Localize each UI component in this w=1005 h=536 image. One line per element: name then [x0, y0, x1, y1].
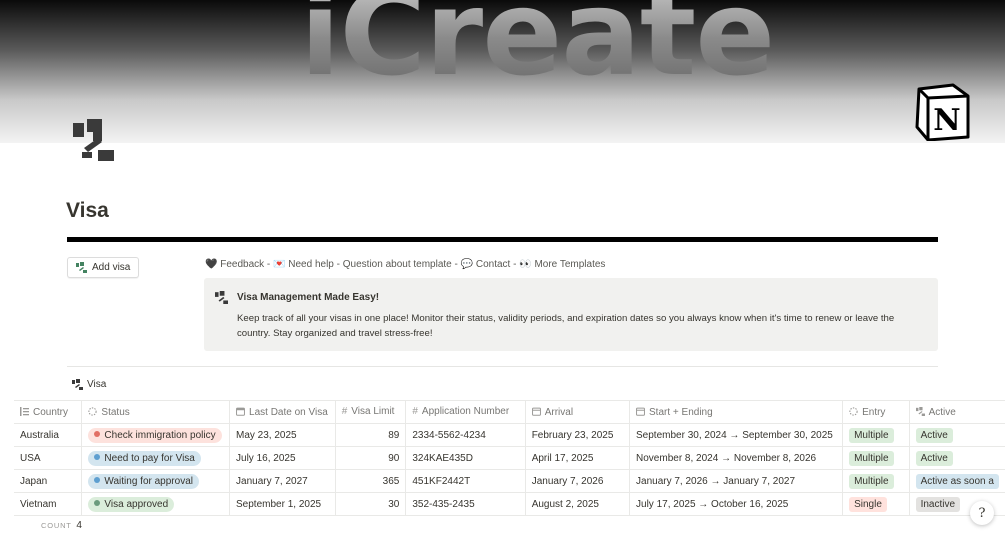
column-status[interactable]: Status [81, 400, 231, 424]
feedback-link[interactable]: 🖤 Feedback [205, 259, 264, 270]
cell-visa-limit[interactable]: 30 [335, 492, 407, 516]
cell-arrival[interactable]: August 2, 2025 [525, 492, 631, 516]
cell-application-number[interactable]: 2334-5562-4234 [405, 423, 526, 447]
cell-active[interactable]: Active as soon a [909, 469, 1005, 493]
more-templates-link[interactable]: 👀 More Templates [519, 259, 605, 270]
table-row[interactable]: Vietnam Visa approved September 1, 2025 … [14, 492, 1005, 516]
cell-application-number[interactable]: 324KAE435D [405, 446, 526, 470]
view-tab-label: Visa [87, 379, 107, 390]
cell-last-date[interactable]: July 16, 2025 [229, 446, 336, 470]
cell-country[interactable]: Vietnam [14, 492, 83, 516]
help-icon[interactable]: ? [970, 501, 994, 525]
cell-application-number[interactable]: 352-435-2435 [405, 492, 526, 516]
cell-application-number[interactable]: 451KF2442T [405, 469, 526, 493]
active-tag: Active as soon a [915, 473, 999, 489]
status-icon [88, 407, 98, 416]
visa-table: Country Status Last Date on Visa # Visa L… [14, 400, 1005, 516]
table-row[interactable]: USA Need to pay for Visa July 16, 2025 9… [14, 446, 1005, 470]
active-tag: Active [915, 427, 953, 443]
cell-visa-limit[interactable]: 89 [335, 423, 407, 447]
svg-text:N: N [933, 103, 960, 138]
status-badge: Visa approved [88, 496, 175, 512]
visa-icon [76, 262, 87, 273]
tab-visa-view[interactable]: Visa [72, 379, 106, 390]
cell-start-ending[interactable]: September 30, 2024 → September 30, 2025 [629, 423, 844, 447]
cover-title: iCreate [300, 0, 775, 92]
cell-entry[interactable]: Multiple [842, 469, 910, 493]
column-application-number[interactable]: # Application Number [405, 400, 526, 424]
cell-country[interactable]: Japan [14, 469, 83, 493]
cell-start-ending[interactable]: November 8, 2024 → November 8, 2026 [629, 446, 844, 470]
column-entry[interactable]: Entry [842, 400, 910, 424]
question-link[interactable]: Question about template [343, 259, 452, 270]
cell-status[interactable]: Waiting for approval [81, 469, 231, 493]
row-count: COUNT 4 [41, 520, 82, 531]
add-visa-label: Add visa [92, 262, 131, 273]
need-help-link[interactable]: 💌 Need help [273, 259, 334, 270]
active-tag: Inactive [915, 496, 961, 512]
cell-arrival[interactable]: February 23, 2025 [525, 423, 631, 447]
cell-start-ending[interactable]: July 17, 2025 → October 16, 2025 [629, 492, 844, 516]
page-cover: iCreate N [0, 0, 1005, 143]
cell-start-ending[interactable]: January 7, 2026 → January 7, 2027 [629, 469, 844, 493]
cell-entry[interactable]: Multiple [842, 446, 910, 470]
status-badge: Check immigration policy [88, 427, 222, 443]
cell-last-date[interactable]: September 1, 2025 [229, 492, 336, 516]
calendar-icon [636, 407, 645, 417]
cell-active[interactable]: Active [909, 446, 1005, 470]
column-last-date[interactable]: Last Date on Visa [229, 400, 336, 424]
visa-icon [72, 379, 83, 390]
cell-last-date[interactable]: May 23, 2025 [229, 423, 336, 447]
active-tag: Active [915, 450, 953, 466]
multi-select-icon [849, 407, 858, 416]
table-row[interactable]: Australia Check immigration policy May 2… [14, 423, 1005, 447]
help-links: 🖤 Feedback - 💌 Need help - Question abou… [205, 259, 606, 270]
cell-status[interactable]: Need to pay for Visa [81, 446, 231, 470]
row-count-value: 4 [76, 520, 82, 531]
entry-tag: Multiple [849, 473, 894, 489]
cell-last-date[interactable]: January 7, 2027 [229, 469, 336, 493]
column-start-ending[interactable]: Start + Ending [629, 400, 844, 424]
notion-logo-icon: N [915, 83, 970, 141]
cell-country[interactable]: USA [14, 446, 83, 470]
cell-visa-limit[interactable]: 90 [335, 446, 407, 470]
entry-tag: Single [849, 496, 887, 512]
cell-arrival[interactable]: April 17, 2025 [525, 446, 631, 470]
table-row[interactable]: Japan Waiting for approval January 7, 20… [14, 469, 1005, 493]
visa-icon [215, 291, 228, 304]
table-header: Country Status Last Date on Visa # Visa L… [14, 400, 1005, 424]
contact-link[interactable]: 💬 Contact [461, 259, 511, 270]
cell-active[interactable]: Active [909, 423, 1005, 447]
cell-status[interactable]: Visa approved [81, 492, 231, 516]
calendar-icon [531, 407, 541, 417]
visa-icon [73, 119, 114, 161]
callout-body: Keep track of all your visas in one plac… [237, 313, 895, 339]
column-visa-limit[interactable]: # Visa Limit [335, 400, 407, 424]
hash-icon: # [341, 406, 348, 418]
cell-entry[interactable]: Multiple [842, 423, 910, 447]
status-badge: Waiting for approval [88, 473, 199, 489]
hash-icon: # [412, 406, 418, 418]
column-arrival[interactable]: Arrival [525, 400, 631, 424]
title-divider [67, 237, 938, 242]
entry-tag: Multiple [849, 427, 894, 443]
page-title: Visa [66, 199, 109, 222]
cell-status[interactable]: Check immigration policy [81, 423, 231, 447]
entry-tag: Multiple [849, 450, 894, 466]
relation-icon [915, 407, 925, 417]
cell-country[interactable]: Australia [14, 423, 83, 447]
add-visa-button[interactable]: Add visa [67, 257, 139, 278]
cell-entry[interactable]: Single [842, 492, 910, 516]
column-active[interactable]: Active [909, 400, 1005, 424]
list-icon [20, 407, 29, 417]
status-badge: Need to pay for Visa [88, 450, 201, 466]
column-country[interactable]: Country [14, 400, 83, 424]
cell-arrival[interactable]: January 7, 2026 [525, 469, 631, 493]
callout-title: Visa Management Made Easy! [237, 292, 380, 303]
calendar-icon [236, 407, 245, 417]
section-divider [67, 366, 938, 367]
info-callout: Visa Management Made Easy! Keep track of… [204, 278, 938, 351]
cell-visa-limit[interactable]: 365 [335, 469, 407, 493]
